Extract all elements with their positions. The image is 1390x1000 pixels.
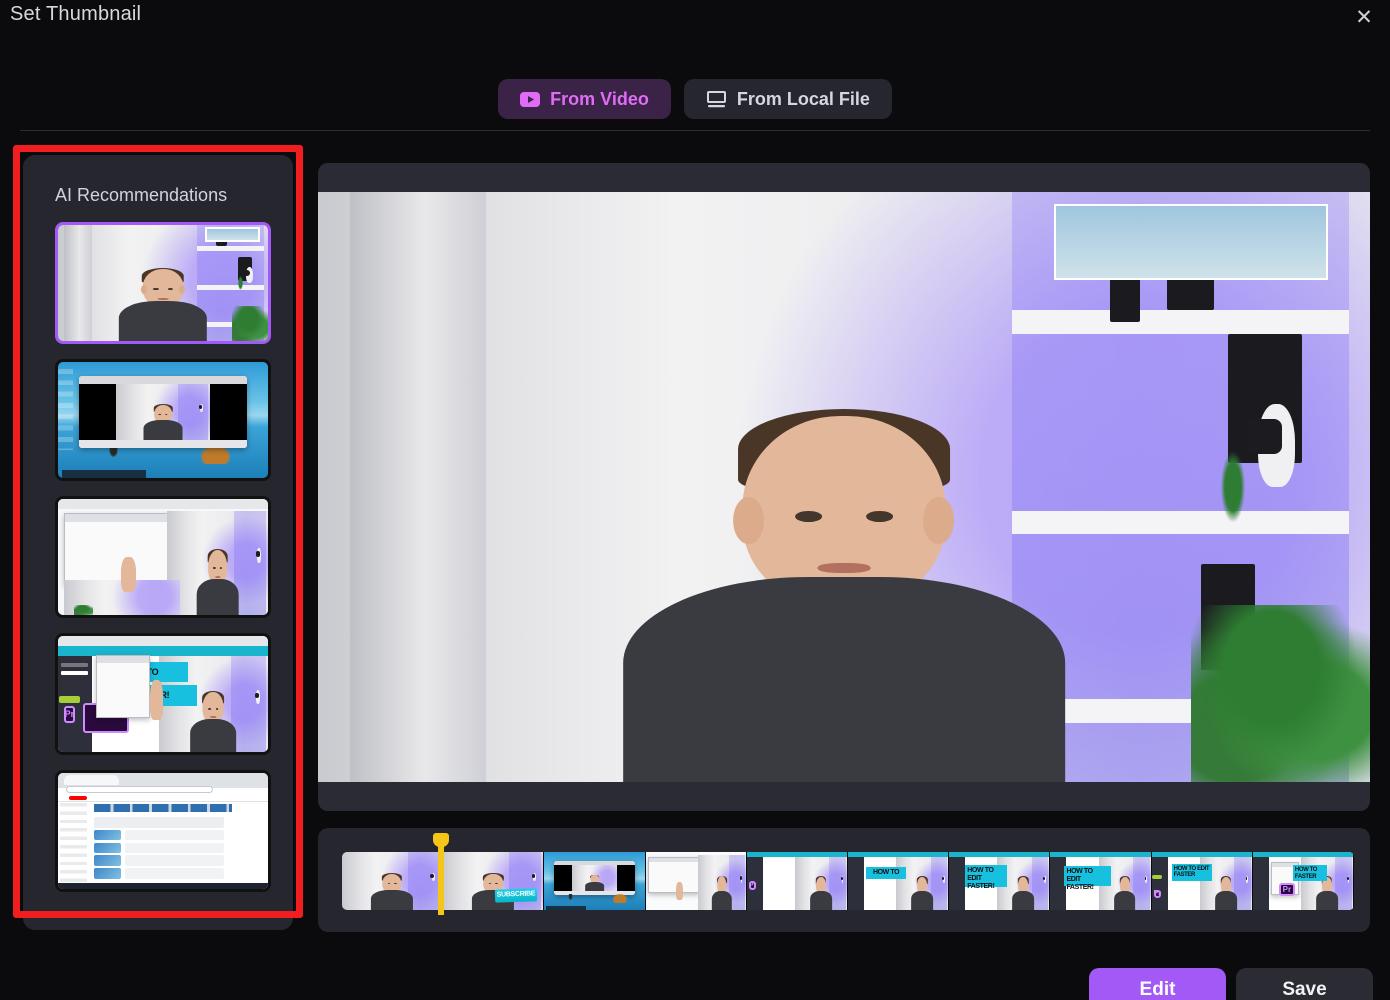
source-tabs: From Video From Local File [0, 78, 1390, 120]
tab-from-local-file[interactable]: From Local File [683, 79, 892, 119]
frame-caption: HOW TO FASTER [1292, 864, 1327, 881]
thumbnail-image [58, 773, 268, 889]
recommendation-thumbnail-3[interactable] [55, 496, 271, 618]
header-divider [20, 130, 1370, 131]
timeline-frame[interactable]: HOW TO FASTER Pr [1252, 852, 1354, 910]
timeline-frame[interactable]: HOW TO EDIT FASTER! [949, 852, 1051, 910]
thumbnail-preview [318, 163, 1370, 811]
frame-caption: HOW TO [866, 867, 907, 879]
timeline-frame[interactable] [342, 852, 444, 910]
monitor-icon [706, 90, 727, 108]
ai-recommendations-panel: AI Recommendations Pr TO [23, 155, 293, 930]
timeline-playhead[interactable] [433, 833, 449, 915]
frame-caption: HOW TO EDIT FASTER! [965, 864, 1008, 890]
close-icon[interactable]: ✕ [1348, 2, 1380, 32]
timeline-frame[interactable]: HOW TO [848, 852, 950, 910]
ai-recommendations-list: Pr TO STER! [23, 222, 293, 892]
timeline-frame[interactable]: Pr [746, 852, 849, 910]
dialog-footer: Edit Save [0, 968, 1390, 1000]
edit-button[interactable]: Edit [1089, 968, 1226, 1000]
thumbnail-image [58, 362, 268, 478]
timeline-frame[interactable] [544, 852, 646, 910]
timeline-frame[interactable]: HOW TO EDIT FASTER! [1050, 852, 1152, 910]
frame-caption: HOW TO EDIT FASTER! [1064, 865, 1111, 891]
preview-video-frame [318, 192, 1370, 782]
timeline-frame[interactable]: Pr HOW TO EDIT FASTER [1151, 852, 1253, 910]
save-button[interactable]: Save [1236, 968, 1373, 1000]
tab-from-local-file-label: From Local File [736, 88, 870, 109]
timeline-strip[interactable]: SUBSCRIBE Pr HOW TO HOW TO EDIT FASTER! … [318, 828, 1370, 932]
page-title: Set Thumbnail [10, 3, 142, 25]
timeline-frame[interactable] [645, 852, 747, 910]
filmstrip[interactable]: SUBSCRIBE Pr HOW TO HOW TO EDIT FASTER! … [342, 852, 1354, 910]
recommendation-thumbnail-1[interactable] [55, 222, 271, 344]
thumbnail-image [58, 499, 268, 615]
frame-caption: SUBSCRIBE [495, 888, 538, 903]
tab-from-video[interactable]: From Video [498, 79, 671, 119]
set-thumbnail-dialog: Set Thumbnail ✕ From Video From Local Fi… [0, 0, 1390, 1000]
recommendation-thumbnail-4[interactable]: Pr TO STER! [55, 633, 271, 755]
thumbnail-image [58, 225, 268, 341]
ai-recommendations-heading: AI Recommendations [55, 185, 228, 205]
recommendation-thumbnail-2[interactable] [55, 359, 271, 481]
timeline-frame[interactable]: SUBSCRIBE [443, 852, 545, 910]
recommendation-thumbnail-5[interactable] [55, 770, 271, 892]
tab-from-video-label: From Video [550, 88, 649, 109]
thumbnail-image: Pr TO STER! [58, 636, 268, 752]
frame-caption: HOW TO EDIT FASTER [1171, 863, 1212, 881]
youtube-play-icon [520, 91, 541, 107]
